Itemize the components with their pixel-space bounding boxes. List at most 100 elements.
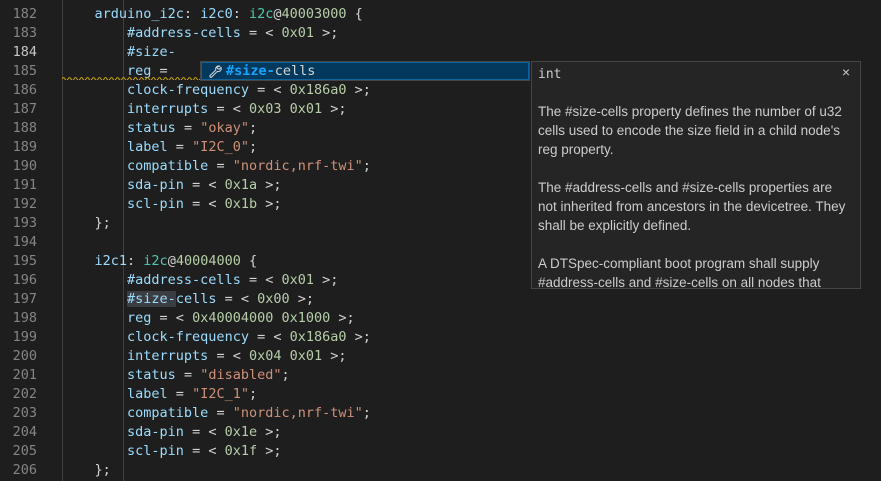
code-token: cells [175, 291, 217, 307]
code-line[interactable]: 204 sda-pin = < 0x1e >; [0, 423, 881, 442]
line-number: 203 [12, 405, 37, 421]
code-line[interactable]: 183 #address-cells = < 0x01 >; [0, 24, 881, 43]
code-line[interactable]: 203 compatible = "nordic,nrf-twi"; [0, 404, 881, 423]
code-token: >; [289, 291, 314, 307]
code-token: = < [183, 196, 225, 212]
code-token: 0x1e [224, 424, 258, 440]
code-text[interactable]: compatible = "nordic,nrf-twi"; [62, 157, 371, 176]
code-text[interactable]: }; [62, 214, 111, 233]
code-token: 0x1f [224, 443, 258, 459]
code-text[interactable]: label = "I2C_1"; [62, 385, 257, 404]
code-token: interrupts [127, 101, 209, 117]
code-token: = < [248, 329, 290, 345]
code-token: 0x04 0x01 [248, 348, 323, 364]
close-icon[interactable]: × [842, 64, 850, 80]
code-token: = < [208, 101, 249, 117]
wrench-icon [209, 65, 222, 78]
code-token: reg [127, 310, 152, 326]
code-text[interactable]: arduino_i2c: i2c0: i2c@40003000 { [62, 5, 363, 24]
code-line[interactable]: 206 }; [0, 461, 881, 480]
code-token: scl-pin [127, 443, 184, 459]
code-token: >; [257, 443, 282, 459]
line-number: 188 [12, 120, 37, 136]
code-token: 0x03 0x01 [248, 101, 323, 117]
code-token: { [346, 6, 363, 22]
code-token: = < [240, 272, 282, 288]
code-token: 0x1a [224, 177, 258, 193]
line-number: 198 [12, 310, 37, 326]
line-number: 206 [12, 462, 37, 478]
code-line[interactable]: 202 label = "I2C_1"; [0, 385, 881, 404]
code-token: clock-frequency [127, 329, 249, 345]
code-text[interactable]: #address-cells = < 0x01 >; [62, 24, 338, 43]
code-token: #size- [127, 291, 176, 307]
code-token: 0x40004000 0x1000 [192, 310, 331, 326]
code-token: 0x01 [281, 25, 314, 41]
code-text[interactable]: #address-cells = < 0x01 >; [62, 271, 338, 290]
code-text[interactable]: sda-pin = < 0x1e >; [62, 423, 281, 442]
code-text[interactable]: status = "okay"; [62, 119, 257, 138]
code-text[interactable]: interrupts = < 0x03 0x01 >; [62, 100, 346, 119]
code-line[interactable]: 205 scl-pin = < 0x1f >; [0, 442, 881, 461]
code-text[interactable]: reg = < 0x40004000 0x1000 >; [62, 309, 355, 328]
code-text[interactable]: #size-cells = < 0x00 >; [62, 290, 314, 309]
code-text[interactable]: i2c1: i2c@40004000 { [62, 252, 258, 271]
warning-squiggle [62, 77, 200, 80]
code-token: 0x186a0 [289, 82, 347, 98]
line-number: 183 [12, 25, 37, 41]
code-text[interactable]: }; [62, 461, 111, 480]
code-token: >; [257, 177, 282, 193]
code-token: @ [273, 6, 282, 22]
code-line[interactable]: 182 arduino_i2c: i2c0: i2c@40003000 { [0, 5, 881, 24]
line-number: 202 [12, 386, 37, 402]
code-text[interactable]: compatible = "nordic,nrf-twi"; [62, 404, 371, 423]
code-token: >; [313, 272, 339, 288]
line-number: 200 [12, 348, 37, 364]
code-line[interactable]: 184 #size- [0, 43, 881, 62]
code-token: : [127, 253, 144, 269]
line-number: 204 [12, 424, 37, 440]
line-number: 192 [12, 196, 37, 212]
code-token: ; [362, 405, 371, 421]
line-number: 201 [12, 367, 37, 383]
code-token: "I2C_1" [192, 386, 249, 402]
code-token: >; [346, 82, 371, 98]
code-token: ; [281, 367, 290, 383]
code-line[interactable]: 198 reg = < 0x40004000 0x1000 >; [0, 309, 881, 328]
code-text[interactable]: clock-frequency = < 0x186a0 >; [62, 328, 371, 347]
code-token: ; [248, 139, 258, 155]
code-text[interactable]: clock-frequency = < 0x186a0 >; [62, 81, 371, 100]
line-number: 196 [12, 272, 37, 288]
code-line[interactable]: 200 interrupts = < 0x04 0x01 >; [0, 347, 881, 366]
code-text[interactable]: scl-pin = < 0x1f >; [62, 442, 281, 461]
code-text[interactable]: scl-pin = < 0x1b >; [62, 195, 281, 214]
code-line[interactable]: 201 status = "disabled"; [0, 366, 881, 385]
line-number: 199 [12, 329, 37, 345]
code-token: = < [240, 25, 282, 41]
code-token: 0x186a0 [289, 329, 347, 345]
code-token: = < [208, 348, 249, 364]
line-number: 186 [12, 82, 37, 98]
code-token: = < [216, 291, 258, 307]
suggestion-widget[interactable]: #size-cells [200, 61, 530, 81]
code-line[interactable]: 199 clock-frequency = < 0x186a0 >; [0, 328, 881, 347]
code-text[interactable]: label = "I2C_0"; [62, 138, 257, 157]
code-text[interactable]: #size- [62, 43, 176, 62]
code-text[interactable]: status = "disabled"; [62, 366, 290, 385]
code-token: = [175, 120, 201, 136]
code-text[interactable]: sda-pin = < 0x1a >; [62, 176, 281, 195]
suggestion-item-selected[interactable]: #size-cells [201, 62, 529, 80]
code-token: label [127, 386, 168, 402]
code-text[interactable]: interrupts = < 0x04 0x01 >; [62, 347, 346, 366]
line-number: 197 [12, 291, 37, 307]
code-line[interactable]: 197 #size-cells = < 0x00 >; [0, 290, 881, 309]
